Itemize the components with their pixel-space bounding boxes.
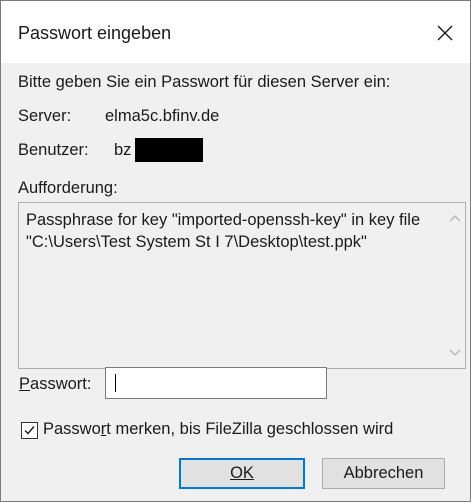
redaction-box [135,138,203,162]
instruction-text: Bitte geben Sie ein Passwort für diesen … [18,73,391,91]
password-label-rest: asswort: [30,375,92,393]
password-input[interactable] [105,367,327,399]
user-label: Benutzer: [18,141,89,159]
scroll-up-button[interactable] [448,211,462,225]
prompt-text: Passphrase for key "imported-openssh-key… [26,211,425,251]
password-dialog: Passwort eingeben Bitte geben Sie ein Pa… [0,0,471,502]
cancel-button-label: Abbrechen [343,464,424,482]
close-icon [437,25,453,41]
remember-password-label[interactable]: Passwort merken, bis FileZilla geschloss… [43,420,393,439]
user-value: bz [114,141,132,159]
remember-label-pre: Passwo [43,420,101,438]
cancel-button[interactable]: Abbrechen [322,458,445,489]
checkmark-icon [24,426,35,435]
remember-password-checkbox[interactable] [21,422,38,439]
close-button[interactable] [425,15,465,51]
prompt-scrollbar[interactable] [445,203,465,368]
password-label: Passwort: [19,375,91,394]
prompt-textbox[interactable]: Passphrase for key "imported-openssh-key… [18,202,466,369]
remember-label-post: t merken, bis FileZilla geschlossen wird [106,420,394,438]
chevron-up-icon [449,215,461,222]
server-label: Server: [18,107,72,125]
ok-button[interactable]: OK [179,458,305,489]
ok-button-label: OK [230,464,254,482]
chevron-down-icon [449,349,461,356]
prompt-label: Aufforderung: [18,179,118,197]
server-value: elma5c.bfinv.de [105,107,220,125]
title-bar: Passwort eingeben [1,1,470,63]
scroll-down-button[interactable] [448,346,462,360]
dialog-title: Passwort eingeben [18,23,172,43]
text-caret [115,374,116,392]
password-label-accesskey: P [19,375,31,393]
